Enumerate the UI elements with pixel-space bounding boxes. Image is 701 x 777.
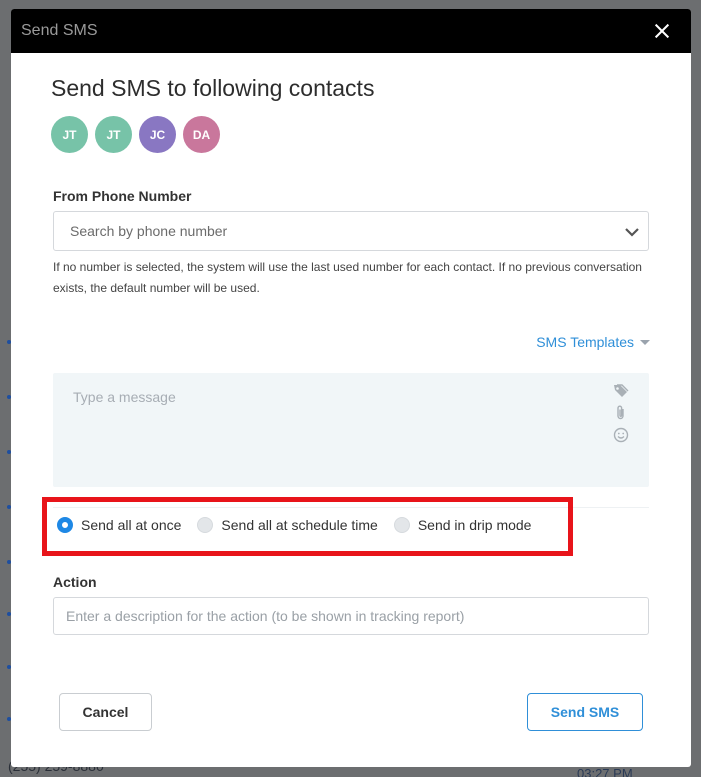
radio-button[interactable] (197, 517, 214, 533)
cancel-button[interactable]: Cancel (59, 693, 152, 731)
from-phone-label: From Phone Number (53, 188, 192, 204)
send-mode-options: Send all at once Send all at schedule ti… (57, 517, 547, 533)
emoji-icon[interactable] (613, 427, 629, 443)
page-title: Send SMS to following contacts (51, 75, 375, 101)
modal-header: Send SMS (11, 9, 691, 53)
action-placeholder: Enter a description for the action (to b… (66, 608, 465, 624)
radio-label: Send all at schedule time (221, 517, 378, 533)
phone-number-select[interactable]: Search by phone number (53, 211, 649, 251)
radio-button[interactable] (393, 517, 410, 533)
avatar: JT (95, 116, 132, 153)
action-label: Action (53, 574, 97, 590)
radio-label: Send in drip mode (417, 517, 532, 533)
avatar: JT (51, 116, 88, 153)
phone-help-text: If no number is selected, the system wil… (53, 260, 642, 295)
action-description-input[interactable]: Enter a description for the action (to b… (53, 597, 649, 635)
radio-send-all-at-once[interactable]: Send all at once (57, 517, 181, 533)
message-placeholder: Type a message (73, 389, 176, 405)
avatar: DA (183, 116, 220, 153)
bg-time-text: 03:27 PM (577, 766, 633, 777)
send-sms-button[interactable]: Send SMS (527, 693, 643, 731)
caret-down-icon (640, 339, 650, 345)
modal-header-title: Send SMS (21, 22, 98, 39)
send-sms-modal: Send SMS Send SMS to following contacts … (11, 9, 691, 767)
phone-number-placeholder: Search by phone number (70, 223, 228, 239)
radio-send-in-drip-mode[interactable]: Send in drip mode (393, 517, 532, 533)
radio-send-at-schedule-time[interactable]: Send all at schedule time (197, 517, 378, 533)
chevron-down-icon (625, 228, 639, 237)
contact-avatars: JT JT JC DA (51, 116, 220, 153)
sms-templates-dropdown[interactable]: SMS Templates (536, 334, 650, 350)
close-icon[interactable] (653, 22, 671, 40)
radio-label: Send all at once (81, 517, 182, 533)
attachment-icon[interactable] (613, 405, 629, 421)
avatar: JC (139, 116, 176, 153)
radio-button[interactable] (57, 517, 73, 533)
message-textarea[interactable]: Type a message (53, 373, 649, 487)
sms-templates-label: SMS Templates (536, 334, 634, 350)
tag-icon[interactable] (613, 383, 629, 399)
message-tools (613, 383, 629, 443)
